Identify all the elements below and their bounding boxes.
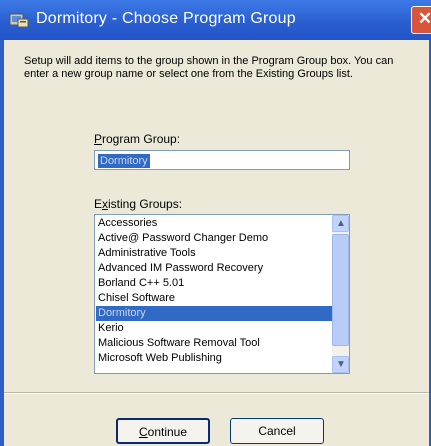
list-item[interactable]: Administrative Tools: [96, 246, 333, 261]
chevron-up-icon: ▲: [336, 218, 346, 229]
program-group-label-text: rogram Group:: [102, 132, 181, 146]
divider: [4, 392, 429, 394]
continue-button[interactable]: Continue: [116, 418, 210, 444]
list-item[interactable]: Kerio: [96, 321, 333, 336]
installer-icon: [9, 13, 29, 28]
existing-groups-label-prefix: E: [94, 197, 103, 211]
scroll-up-button[interactable]: ▲: [332, 215, 349, 232]
list-item[interactable]: Malicious Software Removal Tool: [96, 336, 333, 351]
continue-button-access-key: C: [138, 425, 148, 439]
list-item[interactable]: Microsoft Web Publishing: [96, 351, 333, 366]
instructions-text: Setup will add items to the group shown …: [24, 55, 394, 80]
list-item[interactable]: Active@ Password Changer Demo: [96, 231, 333, 246]
existing-groups-label-text: isting Groups:: [108, 197, 183, 211]
close-button[interactable]: ✕: [411, 6, 431, 34]
program-group-label: Program Group:: [94, 132, 180, 146]
dialog-body: Setup will add items to the group shown …: [4, 40, 429, 446]
list-item[interactable]: Advanced IM Password Recovery: [96, 261, 333, 276]
chevron-down-icon: ▼: [336, 359, 346, 370]
close-icon: ✕: [417, 9, 431, 28]
dialog-window: Dormitory - Choose Program Group ✕ Setup…: [0, 0, 431, 446]
program-group-value: Dormitory: [98, 154, 150, 168]
continue-button-label: ontinue: [147, 425, 188, 439]
program-group-label-access-key: P: [94, 132, 103, 146]
title-bar[interactable]: Dormitory - Choose Program Group ✕: [0, 0, 431, 40]
list-item[interactable]: Borland C++ 5.01: [96, 276, 333, 291]
scroll-thumb[interactable]: [332, 234, 349, 346]
list-item[interactable]: Accessories: [96, 216, 333, 231]
existing-groups-list[interactable]: Accessories Active@ Password Changer Dem…: [94, 214, 350, 374]
cancel-button[interactable]: Cancel: [230, 418, 324, 444]
existing-groups-label: Existing Groups:: [94, 197, 182, 211]
scroll-down-button[interactable]: ▼: [332, 356, 349, 373]
list-item-selected[interactable]: Dormitory: [96, 306, 333, 321]
window-title: Dormitory - Choose Program Group: [36, 10, 296, 27]
vertical-scrollbar[interactable]: ▲ ▼: [332, 215, 349, 373]
list-item[interactable]: Chisel Software: [96, 291, 333, 306]
program-group-input[interactable]: Dormitory: [94, 150, 350, 170]
